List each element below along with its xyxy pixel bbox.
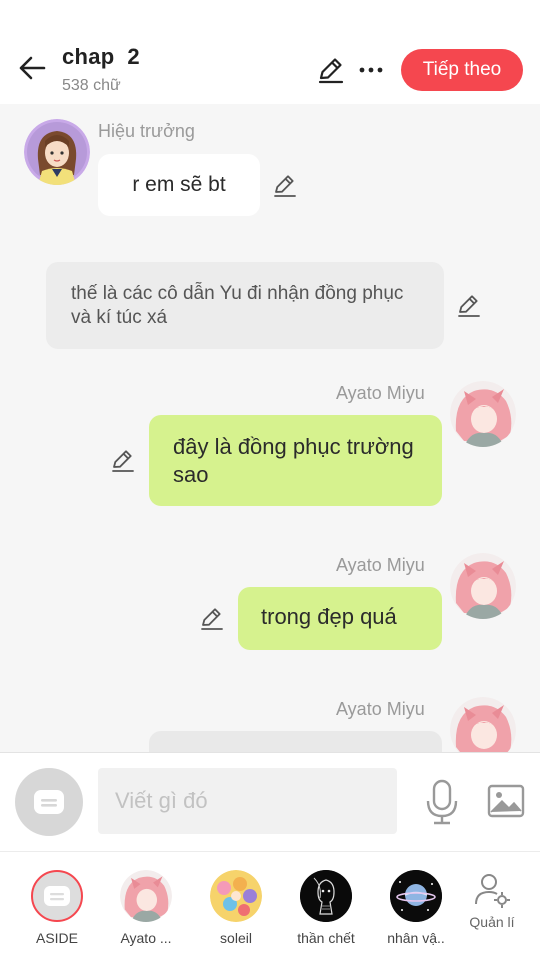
edit-message-icon[interactable] <box>199 605 225 631</box>
image-icon[interactable] <box>486 781 526 821</box>
planet-avatar-icon <box>390 870 442 922</box>
than-chet-avatar-icon <box>300 870 352 922</box>
word-count: 538 chữ <box>62 77 121 94</box>
character-label: soleil <box>220 930 252 946</box>
message-input[interactable] <box>98 768 397 834</box>
message-input-bar <box>0 752 540 851</box>
message-bubble[interactable]: r em sẽ bt <box>98 154 260 216</box>
character-bar: ASIDE Ayato ... soleil thần chết nhân vậ… <box>0 851 540 960</box>
character-label: Ayato ... <box>120 930 172 946</box>
speaker-avatar[interactable] <box>24 119 90 185</box>
character-label: ASIDE <box>35 930 78 946</box>
speaker-avatar[interactable] <box>450 553 516 619</box>
speaker-avatar[interactable] <box>450 381 516 447</box>
microphone-icon[interactable] <box>424 779 460 825</box>
aside-toggle-button[interactable] <box>15 768 83 836</box>
narration-bubble[interactable]: thế là các cô dẫn Yu đi nhận đồng phục v… <box>46 262 444 349</box>
ayato-avatar-icon <box>450 697 516 752</box>
own-message-bubble[interactable]: đây là đồng phục trường sao <box>149 415 442 506</box>
character-aside[interactable]: ASIDE <box>12 870 102 946</box>
chat-area[interactable]: Hiệu trưởng r em sẽ bt thế là các cô dẫn… <box>0 104 540 752</box>
edit-message-icon[interactable] <box>272 172 298 198</box>
speaker-name: Ayato Miyu <box>336 699 425 719</box>
edit-message-icon[interactable] <box>110 447 136 473</box>
speaker-name: Ayato Miyu <box>336 383 425 403</box>
character-label: nhân vậ.. <box>387 930 445 946</box>
principal-avatar-icon <box>24 119 90 185</box>
back-arrow-icon[interactable] <box>16 52 48 84</box>
next-chapter-button[interactable]: Tiếp theo <box>401 49 523 91</box>
manage-characters-button[interactable]: Quản lí <box>447 870 537 930</box>
chapter-title: chap 2 <box>62 44 140 69</box>
chat-bubble-icon <box>34 790 64 814</box>
soleil-avatar-icon <box>210 870 262 922</box>
edit-message-icon[interactable] <box>456 292 482 318</box>
top-bar: chap 2 538 chữ Tiếp theo <box>0 0 540 104</box>
ayato-avatar-icon <box>450 381 516 447</box>
own-message-bubble[interactable] <box>149 731 442 752</box>
speaker-avatar[interactable] <box>450 697 516 752</box>
user-settings-icon <box>475 874 510 908</box>
character-label: thần chết <box>297 930 355 946</box>
speaker-name: Hiệu trưởng <box>98 121 195 141</box>
own-message-bubble[interactable]: trong đẹp quá <box>238 587 442 650</box>
ayato-avatar-icon <box>450 553 516 619</box>
more-options-icon[interactable] <box>356 55 386 85</box>
chat-bubble-icon <box>44 886 70 906</box>
character-ayato[interactable]: Ayato ... <box>101 870 191 946</box>
edit-pencil-icon[interactable] <box>316 55 346 85</box>
character-than-chet[interactable]: thần chết <box>281 870 371 946</box>
speaker-name: Ayato Miyu <box>336 555 425 575</box>
character-label: Quản lí <box>469 914 515 930</box>
ayato-avatar-icon <box>120 870 172 922</box>
character-soleil[interactable]: soleil <box>191 870 281 946</box>
